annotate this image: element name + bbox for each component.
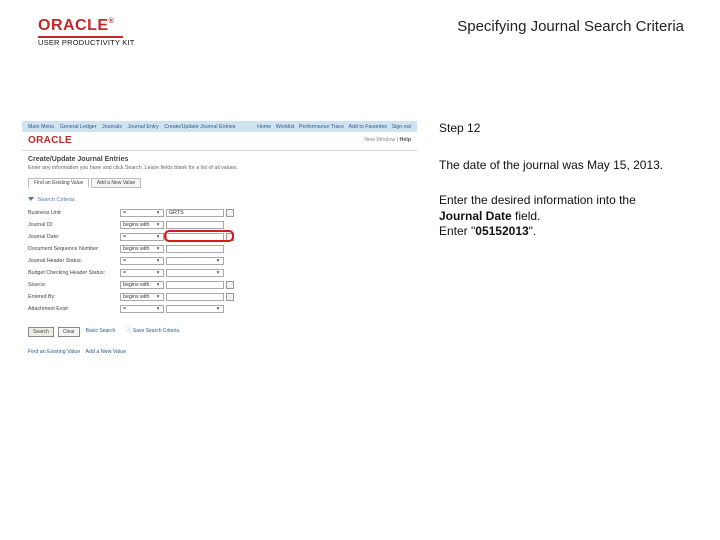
app-brand-row: ORACLE New Window | Help [22,132,417,151]
input-jh-status[interactable]: ▾ [166,257,224,265]
op-journal-date[interactable]: =▾ [120,233,164,241]
label-attach-exist: Attachment Exist: [28,306,120,312]
instr-3b: 05152013 [475,224,528,238]
row-doc-seq: Document Sequence Number: begins with▾ [28,243,411,255]
top-links: Home Worklist Performance Trace Add to F… [254,124,411,130]
op-jh-status[interactable]: =▾ [120,257,164,265]
op-bc-status[interactable]: =▾ [120,269,164,277]
input-journal-id[interactable] [166,221,224,229]
op-business-unit[interactable]: =▾ [120,209,164,217]
lookup-icon[interactable] [226,281,234,289]
clear-button[interactable]: Clear [58,327,80,337]
label-jh-status: Journal Header Status: [28,258,120,264]
tab-add-new[interactable]: Add a New Value [91,178,141,188]
row-journal-id: Journal ID: begins with▾ [28,219,411,231]
footer-find[interactable]: Find an Existing Value [28,349,80,355]
label-journal-date: Journal Date: [28,234,120,240]
label-source: Source: [28,282,120,288]
page-hint: Enter any information you have and click… [22,165,417,175]
tab-bar: Find an Existing Value Add a New Value [22,175,417,194]
instruction-line-2: Enter the desired information into the J… [439,193,669,239]
input-doc-seq[interactable] [166,245,224,253]
row-jh-status: Journal Header Status: =▾ ▾ [28,255,411,267]
footer-links: Find an Existing Value Add a New Value [22,341,417,359]
new-window-link[interactable]: New Window [364,137,395,143]
row-journal-date: Journal Date: =▾ [28,231,411,243]
op-entered-by[interactable]: begins with▾ [120,293,164,301]
label-bc-status: Budget Checking Header Status: [28,270,120,276]
breadcrumb-item[interactable]: Create/Update Journal Entries [164,124,235,130]
row-bc-status: Budget Checking Header Status: =▾ ▾ [28,267,411,279]
search-button[interactable]: Search [28,327,54,337]
top-link-worklist[interactable]: Worklist [276,124,295,130]
tab-find-existing[interactable]: Find an Existing Value [28,178,89,188]
brand-logo: ORACLE® [38,18,135,34]
op-attach-exist[interactable]: =▾ [120,305,164,313]
breadcrumb-item[interactable]: General Ledger [60,124,98,130]
page-title: Create/Update Journal Entries [22,151,417,165]
instr-2b: Journal Date [439,209,512,223]
input-entered-by[interactable] [166,293,224,301]
embedded-screenshot: Main Menu General Ledger Journals Journa… [22,121,417,359]
instr-3c: ". [529,224,537,238]
footer-add[interactable]: Add a New Value [86,349,127,355]
label-journal-id: Journal ID: [28,222,120,228]
brand-tm: ® [109,18,115,25]
button-row: Search Clear Basic Search 📄 Save Search … [22,321,417,341]
search-form: Business Unit: =▾ GRTS Journal ID: begin… [22,203,417,321]
instr-2a: Enter the desired information into the [439,193,636,207]
instruction-panel: Step 12 The date of the journal was May … [439,121,669,260]
search-criteria-label: Search Criteria [38,197,75,203]
input-bc-status[interactable]: ▾ [166,269,224,277]
instr-2c: field. [512,209,541,223]
help-link[interactable]: Help [400,137,411,143]
input-attach-exist[interactable]: ▾ [166,305,224,313]
label-business-unit: Business Unit: [28,210,120,216]
top-link-fav[interactable]: Add to Favorites [349,124,388,130]
brand-block: ORACLE® USER PRODUCTIVITY KIT [38,18,135,47]
label-doc-seq: Document Sequence Number: [28,246,120,252]
save-search-link[interactable]: 📄 Save Search Criteria [123,327,181,337]
app-mini-logo: ORACLE [28,135,72,146]
op-source[interactable]: begins with▾ [120,281,164,289]
label-entered-by: Entered By: [28,294,120,300]
op-journal-id[interactable]: begins with▾ [120,221,164,229]
breadcrumb-item[interactable]: Journal Entry [128,124,161,130]
breadcrumb: Main Menu General Ledger Journals Journa… [28,124,239,130]
row-source: Source: begins with▾ [28,279,411,291]
lookup-icon[interactable] [226,293,234,301]
brand-logo-text: ORACLE [38,17,109,34]
sep: | [397,137,398,143]
top-link-perf[interactable]: Performance Trace [299,124,344,130]
search-criteria-header[interactable]: Search Criteria [22,194,417,203]
row-entered-by: Entered By: begins with▾ [28,291,411,303]
breadcrumb-item[interactable]: Journals [102,124,124,130]
top-link-home[interactable]: Home [257,124,271,130]
app-breadcrumb-bar: Main Menu General Ledger Journals Journa… [22,121,417,132]
basic-search-link[interactable]: Basic Search [84,327,117,337]
app-personalize: New Window | Help [364,137,411,143]
lookup-icon[interactable] [226,209,234,217]
row-attach-exist: Attachment Exist: =▾ ▾ [28,303,411,315]
top-link-signout[interactable]: Sign out [392,124,411,130]
input-journal-date[interactable] [166,233,224,241]
instr-3a: Enter " [439,224,475,238]
instruction-line-1: The date of the journal was May 15, 2013… [439,158,669,173]
chevron-down-icon [28,197,34,201]
brand-subline: USER PRODUCTIVITY KIT [38,39,135,47]
breadcrumb-item[interactable]: Main Menu [28,124,56,130]
calendar-icon[interactable] [226,233,234,241]
slide-title: Specifying Journal Search Criteria [457,18,684,36]
step-label: Step 12 [439,121,669,136]
op-doc-seq[interactable]: begins with▾ [120,245,164,253]
input-source[interactable] [166,281,224,289]
row-business-unit: Business Unit: =▾ GRTS [28,207,411,219]
input-business-unit[interactable]: GRTS [166,209,224,217]
